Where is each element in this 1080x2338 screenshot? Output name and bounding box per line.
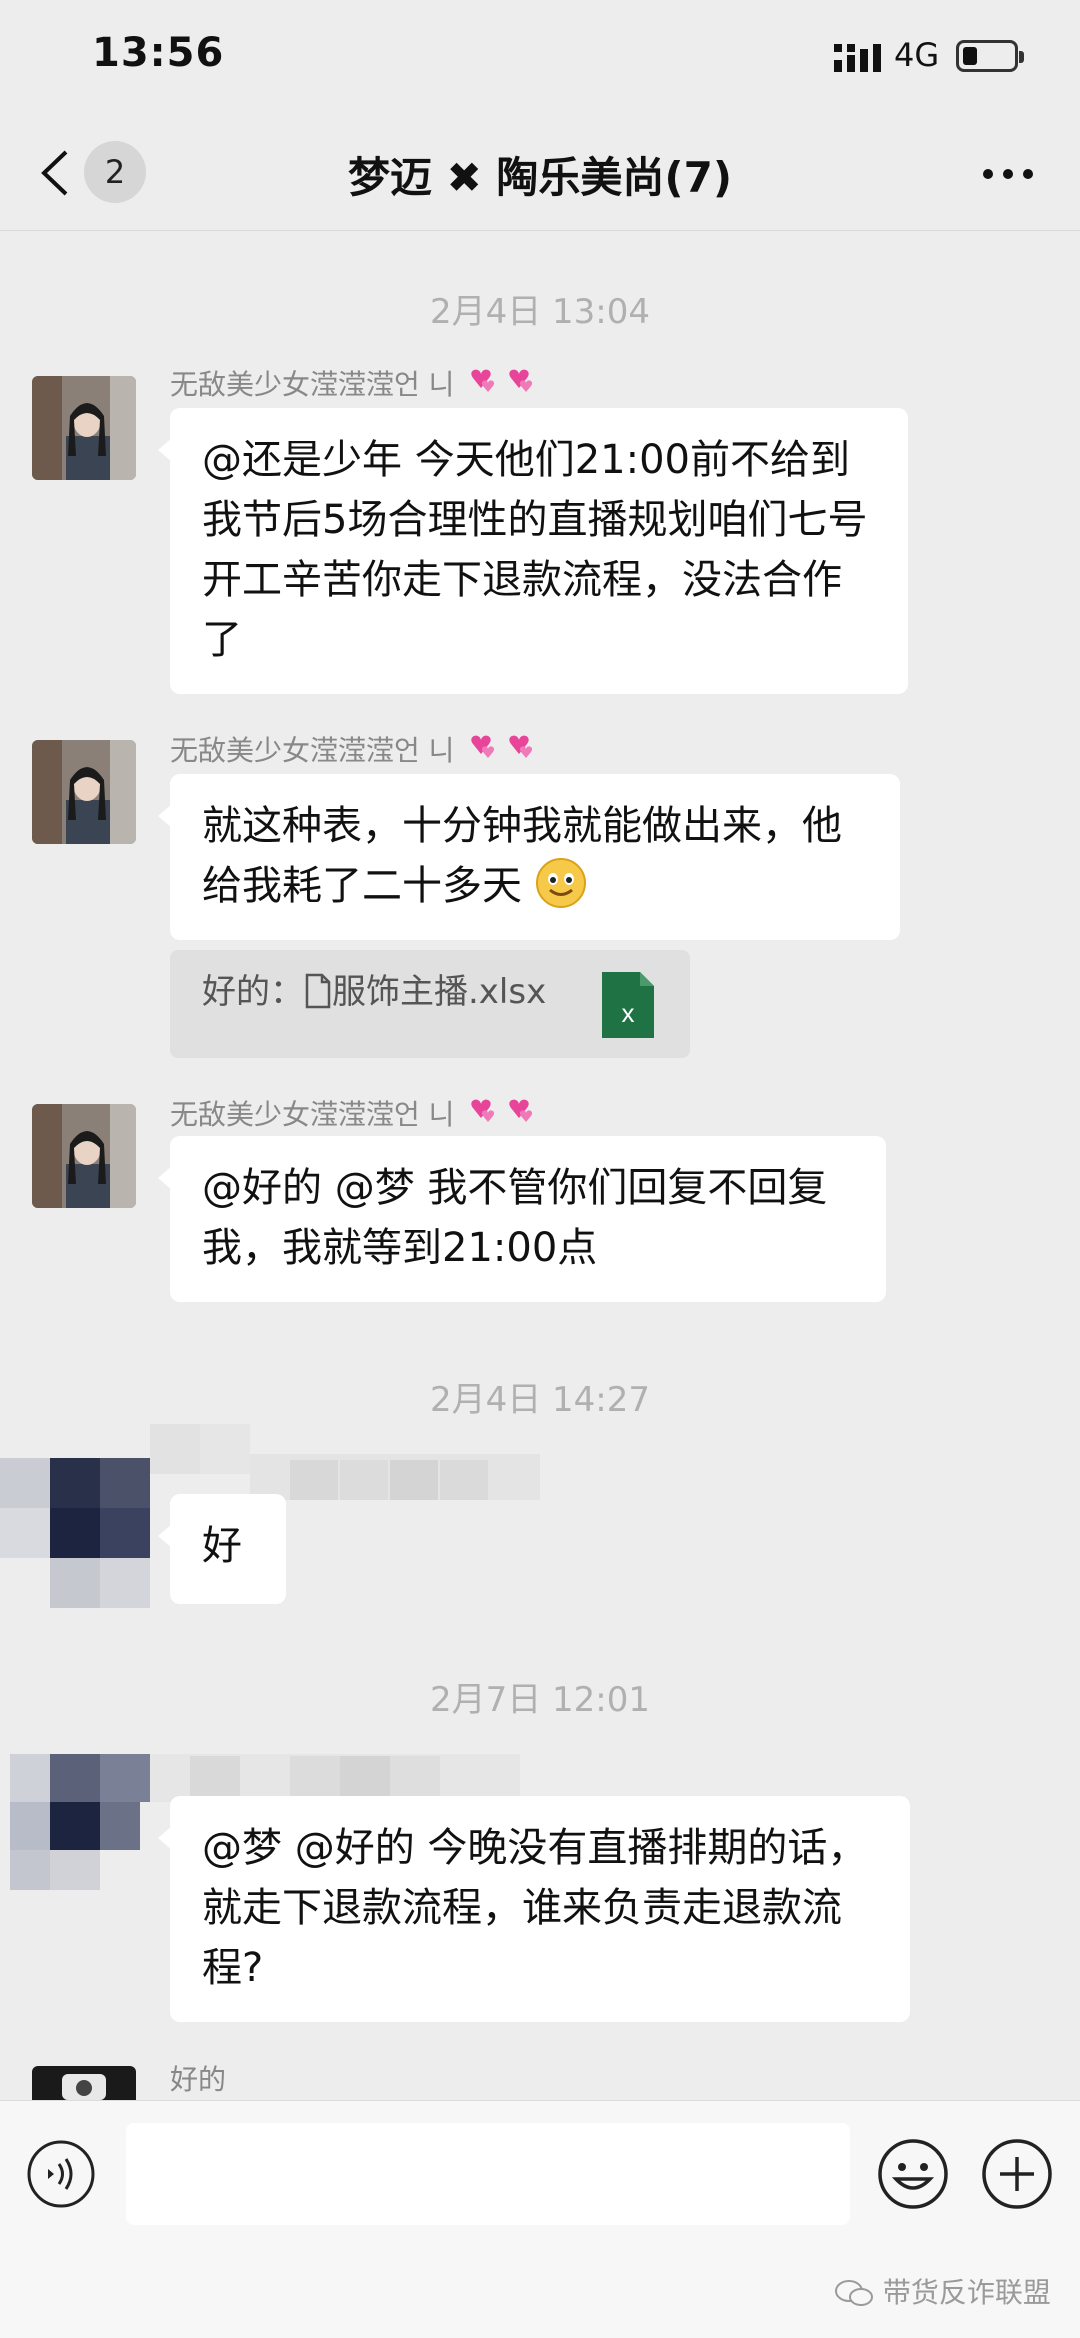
chat-title: 梦迈 ✖ 陶乐美尚(7) [347,153,733,202]
avatar[interactable] [32,2066,136,2100]
quoted-file-reply[interactable]: 好的： 服饰主播.xlsx x [170,950,690,1058]
svg-text:x: x [622,998,635,1028]
quote-text: 好的： 服饰主播.xlsx [202,972,547,1012]
avatar[interactable] [32,376,136,480]
message-bubble[interactable]: @梦 @好的 今晚没有直播排期的话，就走下退款流程，谁来负责走退款流程? [158,1796,910,2022]
sender-name: 无敌美少女滢滢滢언 니 [170,728,537,769]
emoji-picker-icon[interactable] [876,2137,950,2211]
watermark: 带货反诈联盟 [834,2271,1051,2311]
status-bar: 13:56 4G [0,0,1080,120]
chat-header: 2 梦迈 ✖ 陶乐美尚(7) [0,120,1080,231]
status-time: 13:56 [92,30,225,76]
signal-icon [834,44,881,72]
message-input[interactable] [126,2123,850,2225]
avatar[interactable] [32,1104,136,1208]
more-actions-plus-icon[interactable] [980,2137,1054,2211]
sender-name: 好的 [170,2063,227,2096]
document-icon [305,973,331,1009]
smile-emoji-icon [535,858,586,908]
input-bar: 带货反诈联盟 [0,2100,1080,2338]
message-bubble[interactable]: 好 [158,1494,286,1604]
hearts-emoji-icon [471,1099,533,1122]
hearts-emoji-icon [471,369,533,392]
more-options-icon[interactable] [980,166,1036,182]
message-text: 就这种表，十分钟我就能做出来，他给我耗了二十多天 [202,803,842,909]
network-type: 4G [894,36,940,74]
sender-name: 无敌美少女滢滢滢언 니 [170,1092,537,1133]
excel-file-icon: x [602,972,654,1038]
timestamp: 2月7日 12:01 [429,1680,651,1720]
wechat-logo-icon [835,2280,873,2306]
sender-name: 无敌美少女滢滢滢언 니 [170,362,537,403]
message-bubble[interactable]: @还是少年 今天他们21:00前不给到我节后5场合理性的直播规划咱们七号开工辛苦… [158,408,908,694]
message-bubble[interactable]: 就这种表，十分钟我就能做出来，他给我耗了二十多天 [158,774,900,940]
message-bubble[interactable]: @好的 @梦 我不管你们回复不回复我，我就等到21:00点 [158,1136,886,1302]
hearts-emoji-icon [471,735,533,758]
avatar[interactable] [32,740,136,844]
voice-input-icon[interactable] [26,2139,96,2209]
timestamp: 2月4日 13:04 [429,292,651,332]
battery-icon [956,40,1024,72]
